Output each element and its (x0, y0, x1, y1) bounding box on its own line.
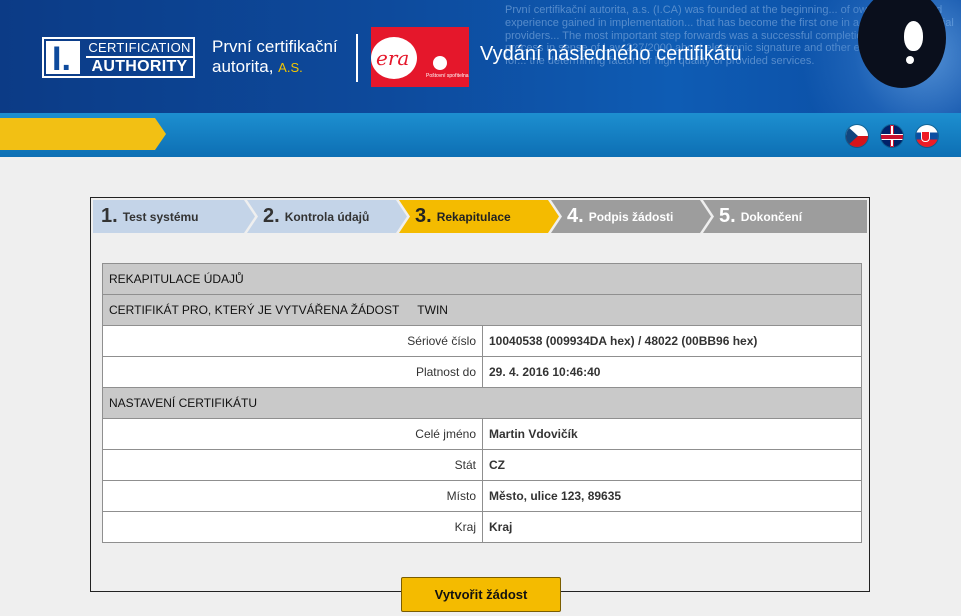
cert-section-title: CERTIFIKÁT PRO, KTERÝ JE VYTVÁŘENA ŽÁDOS… (109, 303, 400, 317)
recap-title: REKAPITULACE ÚDAJŮ (102, 263, 862, 295)
table-row: Stát CZ (102, 449, 862, 481)
yellow-progress-tip (155, 118, 166, 150)
header-divider (356, 34, 358, 82)
step-kontrola-udaju[interactable]: 2. Kontrola údajů (247, 200, 407, 233)
ica-logo-line1: CERTIFICATION (86, 39, 193, 58)
eye-highlight-small (906, 56, 914, 64)
era-logo: era Poštovní spořitelna (371, 27, 469, 87)
region-label: Kraj (102, 511, 483, 543)
step-rekapitulace[interactable]: 3. Rekapitulace (399, 200, 559, 233)
step-label: Podpis žádosti (588, 209, 674, 224)
step-test-systemu[interactable]: 1. Test systému (93, 200, 255, 233)
serial-label: Sériové číslo (102, 325, 483, 357)
company-suffix: A.S. (278, 60, 303, 75)
step-number: 1. (101, 205, 118, 227)
page-title: Vydání následného certifikátu (480, 43, 742, 65)
eye-highlight (904, 21, 923, 51)
settings-section-title: NASTAVENÍ CERTIFIKÁTU (102, 387, 862, 419)
region-value: Kraj (482, 511, 862, 543)
recap-table: REKAPITULACE ÚDAJŮ CERTIFIKÁT PRO, KTERÝ… (102, 263, 862, 543)
step-number: 3. (415, 205, 432, 227)
era-logo-subtext: Poštovní spořitelna (426, 73, 469, 79)
ica-logo[interactable]: I. CERTIFICATION AUTHORITY (42, 37, 195, 78)
era-logo-word: era (376, 46, 410, 70)
wizard-panel: 1. Test systému 2. Kontrola údajů 3. Rek… (90, 197, 870, 592)
czech-flag-icon[interactable] (846, 125, 868, 147)
recap-title-row: REKAPITULACE ÚDAJŮ (102, 263, 862, 295)
slovak-flag-icon[interactable] (916, 125, 938, 147)
step-label: Kontrola údajů (284, 209, 370, 224)
step-label: Dokončení (740, 209, 803, 224)
settings-section-row: NASTAVENÍ CERTIFIKÁTU (102, 387, 862, 419)
step-number: 2. (263, 205, 280, 227)
fullname-label: Celé jméno (102, 418, 483, 450)
create-request-button[interactable]: Vytvořit žádost (401, 577, 561, 612)
country-label: Stát (102, 449, 483, 481)
table-row: Místo Město, ulice 123, 89635 (102, 480, 862, 512)
cert-section-cell: CERTIFIKÁT PRO, KTERÝ JE VYTVÁŘENA ŽÁDOS… (102, 294, 862, 326)
table-row: Sériové číslo 10040538 (009934DA hex) / … (102, 325, 862, 357)
company-name-line1: První certifikační (212, 37, 338, 56)
validity-value: 29. 4. 2016 10:46:40 (482, 356, 862, 388)
uk-flag-icon[interactable] (881, 125, 903, 147)
step-number: 4. (567, 205, 584, 227)
yellow-progress-bar (0, 118, 155, 150)
table-row: Kraj Kraj (102, 511, 862, 543)
step-label: Test systému (122, 209, 199, 224)
country-value: CZ (482, 449, 862, 481)
table-row: Platnost do 29. 4. 2016 10:46:40 (102, 356, 862, 388)
table-row: Celé jméno Martin Vdovičík (102, 418, 862, 450)
step-dokonceni[interactable]: 5. Dokončení (703, 200, 867, 233)
wizard-steps: 1. Test systému 2. Kontrola údajů 3. Rek… (93, 200, 867, 233)
place-label: Místo (102, 480, 483, 512)
company-name-line2: autorita, A.S. (212, 57, 303, 76)
site-header: První certifikační autorita, a.s. (I.CA)… (0, 0, 961, 113)
postovni-sporitelna-icon (433, 56, 447, 70)
cert-section-row: CERTIFIKÁT PRO, KTERÝ JE VYTVÁŘENA ŽÁDOS… (102, 294, 862, 326)
ica-logo-mark: I. (46, 41, 80, 77)
company-name-text: autorita (212, 57, 269, 76)
validity-label: Platnost do (102, 356, 483, 388)
fullname-value: Martin Vdovičík (482, 418, 862, 450)
cert-type: TWIN (417, 303, 448, 317)
ica-logo-line2: AUTHORITY (91, 58, 188, 75)
step-label: Rekapitulace (436, 209, 511, 224)
step-podpis-zadosti[interactable]: 4. Podpis žádosti (551, 200, 711, 233)
place-value: Město, ulice 123, 89635 (482, 480, 862, 512)
serial-value: 10040538 (009934DA hex) / 48022 (00BB96 … (482, 325, 862, 357)
step-number: 5. (719, 205, 736, 227)
